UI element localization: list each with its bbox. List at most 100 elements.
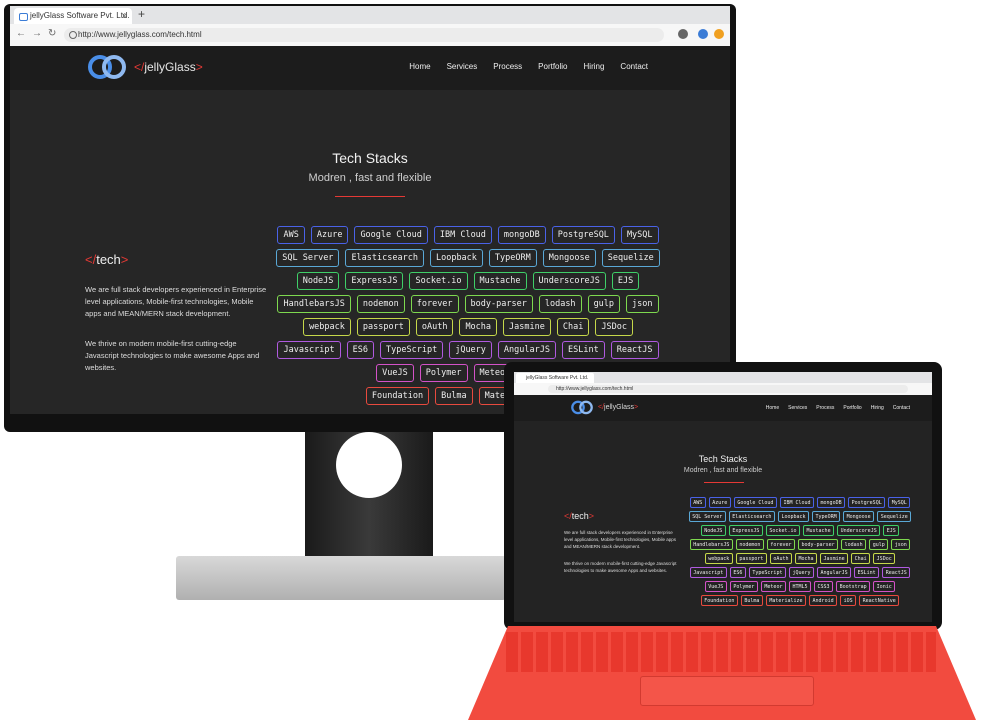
forward-icon[interactable]: →: [32, 28, 42, 39]
tablet-url-field[interactable]: http://www.jellyglass.com/tech.html: [548, 385, 908, 393]
tablet-address-bar: http://www.jellyglass.com/tech.html: [514, 383, 932, 395]
profile-icon[interactable]: [714, 29, 724, 39]
tech-tag: SQL Server: [276, 249, 340, 267]
tablet-browser-tab[interactable]: jellyGlass Software Pvt. Ltd.: [516, 373, 594, 383]
tablet-nav-services[interactable]: Services: [788, 405, 807, 411]
tech-tag: AngularJS: [497, 341, 556, 359]
extension-icon[interactable]: [698, 29, 708, 39]
intro-paragraph: We are full stack developers experienced…: [85, 284, 267, 318]
browser-tab-strip: jellyGlass Software Pvt. Ltd. × +: [10, 6, 730, 24]
tech-tag: Android: [809, 595, 838, 606]
tech-tag: AWS: [689, 497, 706, 508]
tech-tag: HTML5: [788, 581, 812, 592]
nav-home[interactable]: Home: [409, 62, 430, 71]
back-icon[interactable]: ←: [16, 28, 26, 39]
tech-tag: Javascript: [277, 341, 341, 359]
tablet-main-nav: Home Services Process Portfolio Hiring C…: [766, 405, 910, 411]
tech-tag: HandlebarsJS: [277, 295, 351, 313]
tech-tag: Sequelize: [877, 511, 912, 522]
nav-services[interactable]: Services: [447, 62, 478, 71]
tech-tag: nodemon: [356, 295, 405, 313]
tech-tag: TypeORM: [812, 511, 841, 522]
tech-tag: json: [626, 295, 659, 313]
tablet-page-title: Tech Stacks: [698, 454, 748, 464]
tablet-intro-paragraph: We are full stack developers experienced…: [564, 529, 677, 549]
tech-tag: body-parser: [464, 295, 533, 313]
tech-tag: body-parser: [798, 539, 839, 550]
section-heading: </tech>: [85, 252, 129, 267]
tech-tag: webpack: [704, 553, 733, 564]
tech-tag: MySQL: [888, 497, 911, 508]
nav-hiring[interactable]: Hiring: [584, 62, 605, 71]
tablet-intro-paragraph-2: We thrive on modern mobile-first cutting…: [564, 560, 677, 573]
tech-tag: Mocha: [794, 553, 818, 564]
tech-tag: AWS: [277, 226, 305, 244]
tablet-tech-tag-cloud: AWS Azure Google Cloud IBM Cloud mongoDB Post…: [686, 497, 914, 609]
new-tab-icon[interactable]: +: [138, 7, 145, 21]
tech-tag: NodeJS: [296, 272, 340, 290]
tech-tag: json: [891, 539, 911, 550]
tech-tag: Polymer: [729, 581, 758, 592]
tech-tag: Bootstrap: [836, 581, 871, 592]
tablet-nav-contact[interactable]: Contact: [893, 405, 910, 411]
tag-row: webpack passport oAuth Mocha Jasmine Chai JSDo…: [686, 553, 914, 564]
tech-tag: iOS: [840, 595, 857, 606]
tech-tag: TypeScript: [380, 341, 444, 359]
nav-contact[interactable]: Contact: [620, 62, 648, 71]
tablet-nav-hiring[interactable]: Hiring: [871, 405, 884, 411]
tag-row: Foundation Bulma Materialize Android iOS Reac…: [686, 595, 914, 606]
tech-tag: Foundation: [700, 595, 738, 606]
tech-tag: HandlebarsJS: [689, 539, 733, 550]
main-nav: Home Services Process Portfolio Hiring C…: [409, 62, 648, 71]
tech-tag: Google Cloud: [733, 497, 777, 508]
tech-tag: ESLint: [561, 341, 605, 359]
tech-tag: UnderscoreJS: [532, 272, 606, 290]
brand-name[interactable]: </jellyGlass>: [134, 60, 203, 74]
tech-tag: Loopback: [777, 511, 810, 522]
tech-tag: forever: [766, 539, 795, 550]
tablet-section-heading: </tech>: [564, 511, 595, 521]
stand-cable-hole: [336, 432, 402, 498]
tech-tag: Meteor: [760, 581, 786, 592]
reload-icon[interactable]: ↻: [48, 28, 56, 39]
jellyglass-logo[interactable]: [86, 54, 128, 82]
page-subtitle: Modren , fast and flexible: [308, 172, 432, 184]
tablet-brand-name[interactable]: </jellyGlass>: [598, 404, 638, 411]
tech-tag: ESLint: [854, 567, 880, 578]
tech-tag: Sequelize: [601, 249, 660, 267]
site-info-icon[interactable]: [69, 31, 77, 39]
tech-tag: ReactJS: [610, 341, 659, 359]
tag-row: Javascript ES6 TypeScript jQuery AngularJS ES…: [686, 567, 914, 578]
tech-tag: ES6: [346, 341, 375, 359]
nav-process[interactable]: Process: [493, 62, 522, 71]
tech-tag: jQuery: [449, 341, 492, 359]
close-tab-icon[interactable]: ×: [122, 8, 127, 24]
tablet-nav-process[interactable]: Process: [816, 405, 834, 411]
tech-tag: Mongoose: [542, 249, 596, 267]
tablet-tab-strip: jellyGlass Software Pvt. Ltd.: [514, 372, 932, 383]
browser-tab[interactable]: jellyGlass Software Pvt. Ltd. ×: [14, 8, 132, 24]
tech-tag: Ionic: [873, 581, 896, 592]
tablet-logo[interactable]: [570, 400, 594, 416]
tech-tag: lodash: [841, 539, 867, 550]
tech-tag: VueJS: [704, 581, 727, 592]
tech-tag: Google Cloud: [354, 226, 428, 244]
tech-tag: ReactNative: [859, 595, 900, 606]
url-field[interactable]: http://www.jellyglass.com/tech.html: [64, 28, 664, 42]
tech-tag: mongoDB: [817, 497, 846, 508]
tablet-nav-home[interactable]: Home: [766, 405, 779, 411]
tech-tag: UnderscoreJS: [837, 525, 881, 536]
shield-icon[interactable]: [678, 29, 688, 39]
tech-tag: gulp: [869, 539, 889, 550]
tech-tag: Elasticsearch: [728, 511, 775, 522]
tablet-nav-portfolio[interactable]: Portfolio: [843, 405, 861, 411]
title-divider: [335, 196, 405, 197]
tech-tag: PostgreSQL: [848, 497, 886, 508]
tech-tag: NodeJS: [700, 525, 726, 536]
nav-portfolio[interactable]: Portfolio: [538, 62, 567, 71]
tech-tag: lodash: [538, 295, 582, 313]
tech-tag: Javascript: [689, 567, 727, 578]
tech-tag: Jasmine: [503, 318, 551, 336]
tech-tag: Elasticsearch: [345, 249, 424, 267]
tech-tag: passport: [356, 318, 410, 336]
